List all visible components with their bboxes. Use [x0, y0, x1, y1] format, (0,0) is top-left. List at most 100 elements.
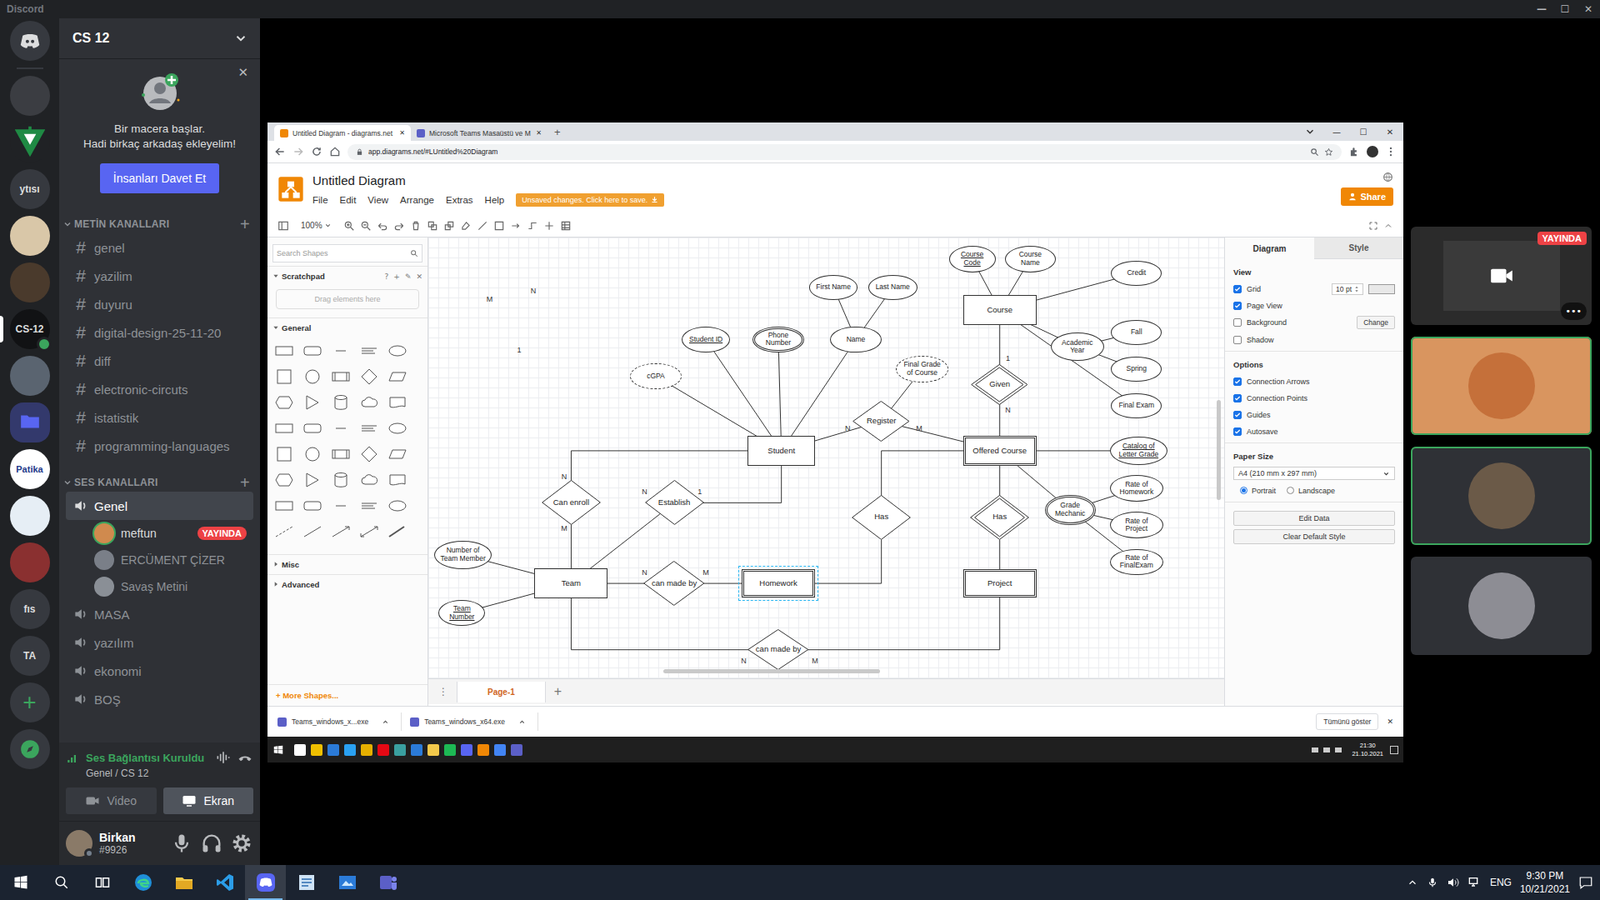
- diagram-node[interactable]: Register: [852, 400, 910, 442]
- radio-button[interactable]: [1286, 486, 1295, 495]
- page-tab[interactable]: Page-1: [456, 681, 546, 703]
- profile-avatar[interactable]: [1366, 145, 1379, 158]
- diagram-node[interactable]: Number of Team Member: [434, 540, 492, 570]
- invite-button[interactable]: İnsanları Davet Et: [100, 163, 220, 194]
- diagram-node[interactable]: Establish: [645, 480, 705, 525]
- shape-icon[interactable]: [302, 418, 323, 439]
- category-toggle[interactable]: METİN KANALLARI: [62, 218, 170, 230]
- close-button[interactable]: ✕: [1376, 127, 1404, 137]
- headphones-icon[interactable]: [200, 831, 224, 855]
- server-icon[interactable]: fıs: [10, 589, 50, 630]
- tab-close-button[interactable]: ✕: [535, 129, 542, 137]
- clock[interactable]: 9:30 PM10/21/2021: [1520, 869, 1570, 896]
- diagram-node[interactable]: Course Code: [949, 245, 996, 273]
- menu-item[interactable]: Arrange: [400, 195, 435, 205]
- radio-button[interactable]: [1240, 486, 1248, 495]
- taskbar-app-icon[interactable]: [327, 744, 340, 756]
- grid-color-swatch[interactable]: [1368, 284, 1395, 295]
- diagram-node[interactable]: Spring: [1110, 356, 1162, 381]
- microphone-icon[interactable]: [170, 831, 194, 855]
- server-item[interactable]: [0, 355, 60, 396]
- voice-channel[interactable]: yazılım: [65, 628, 254, 657]
- add-server-button[interactable]: +: [10, 682, 50, 723]
- share-button[interactable]: Share: [1340, 187, 1394, 206]
- noise-icon[interactable]: [215, 749, 232, 766]
- checkbox[interactable]: [1233, 301, 1242, 310]
- taskbar-app[interactable]: [204, 865, 245, 900]
- vertical-scrollbar[interactable]: [1216, 400, 1221, 500]
- shape-icon[interactable]: [274, 418, 295, 439]
- shape-icon[interactable]: [274, 366, 295, 387]
- server-item[interactable]: CS-12: [0, 309, 60, 350]
- toolbar-tool-icon[interactable]: [493, 220, 505, 232]
- taskbar-app-icon[interactable]: [310, 744, 323, 756]
- taskbar-app[interactable]: [163, 865, 205, 900]
- minimize-button[interactable]: —: [1323, 127, 1350, 137]
- taskbar-app-icon[interactable]: [477, 744, 490, 756]
- shape-icon[interactable]: [274, 470, 295, 490]
- diagram-node[interactable]: Team: [534, 568, 608, 600]
- chevron-up-icon[interactable]: [1406, 876, 1419, 889]
- shape-icon[interactable]: [330, 495, 351, 516]
- diagram-node[interactable]: Credit: [1110, 260, 1162, 285]
- windows-logo-icon[interactable]: [272, 744, 285, 756]
- forward-icon[interactable]: [292, 145, 305, 158]
- new-tab-button[interactable]: +: [547, 125, 568, 139]
- diagram-node[interactable]: Student ID: [681, 326, 731, 354]
- close-button[interactable]: ✕: [1576, 0, 1600, 19]
- scratchpad-tool[interactable]: +: [393, 272, 400, 281]
- server-icon[interactable]: [10, 262, 50, 303]
- participant-tile[interactable]: [1410, 446, 1592, 545]
- taskbar-app-icon[interactable]: [460, 744, 473, 756]
- participant-tile[interactable]: YAYINDA•••: [1410, 226, 1592, 325]
- diagram-edge[interactable]: [781, 339, 856, 450]
- taskbar-app[interactable]: [367, 865, 409, 900]
- search-input[interactable]: [276, 249, 410, 258]
- server-icon[interactable]: Patika: [10, 449, 50, 490]
- shape-section-header[interactable]: Advanced: [267, 574, 428, 595]
- diagram-node[interactable]: Homework: [741, 569, 815, 598]
- diagram-edge[interactable]: [705, 339, 782, 450]
- toolbar-tool-icon[interactable]: [443, 220, 455, 232]
- shape-icon[interactable]: [359, 340, 380, 361]
- voice-user[interactable]: ERCÜMENT ÇİZER: [65, 546, 254, 574]
- server-folder[interactable]: [10, 402, 50, 443]
- reload-icon[interactable]: [310, 145, 323, 158]
- server-item[interactable]: +: [0, 682, 60, 723]
- shape-icon[interactable]: [330, 392, 351, 413]
- taskbar-app-icon[interactable]: [344, 744, 356, 756]
- voice-user[interactable]: Savaş Metini: [65, 573, 254, 600]
- shape-icon[interactable]: [387, 521, 408, 542]
- server-item[interactable]: [0, 215, 60, 256]
- menu-item[interactable]: Help: [485, 195, 505, 205]
- participant-tile[interactable]: [1410, 336, 1592, 435]
- checkbox[interactable]: [1233, 394, 1242, 403]
- chevron-up-icon[interactable]: [381, 718, 390, 726]
- diagram-node[interactable]: Student: [747, 435, 815, 467]
- shape-icon[interactable]: [330, 340, 351, 361]
- taskbar-app-icon[interactable]: [510, 744, 523, 756]
- server-item[interactable]: [0, 122, 60, 163]
- taskbar-app-icon[interactable]: [294, 744, 306, 756]
- toolbar-tool-icon[interactable]: [393, 220, 405, 232]
- server-item[interactable]: [0, 729, 60, 770]
- unsaved-changes-button[interactable]: Unsaved changes. Click here to save.: [515, 193, 665, 207]
- server-icon[interactable]: [10, 75, 50, 116]
- more-shapes-button[interactable]: + More Shapes...: [267, 684, 428, 706]
- paper-size-select[interactable]: A4 (210 mm x 297 mm): [1233, 466, 1395, 480]
- taskbar-app-icon[interactable]: [410, 744, 423, 756]
- shape-icon[interactable]: [387, 366, 408, 387]
- shape-icon[interactable]: [274, 392, 295, 413]
- voice-button[interactable]: Ekran: [163, 787, 255, 815]
- disconnect-icon[interactable]: [236, 749, 254, 766]
- volume-icon[interactable]: [1446, 875, 1460, 890]
- toolbar-tool-icon[interactable]: [526, 220, 539, 232]
- back-icon[interactable]: [274, 145, 286, 158]
- diagram-node[interactable]: can made by: [643, 560, 705, 606]
- pages-menu-button[interactable]: ⋮: [438, 685, 449, 698]
- server-item[interactable]: [0, 262, 60, 303]
- checkbox[interactable]: [1233, 285, 1242, 294]
- shape-icon[interactable]: [387, 470, 408, 490]
- participant-tile[interactable]: [1410, 556, 1592, 655]
- shape-icon[interactable]: [387, 495, 408, 516]
